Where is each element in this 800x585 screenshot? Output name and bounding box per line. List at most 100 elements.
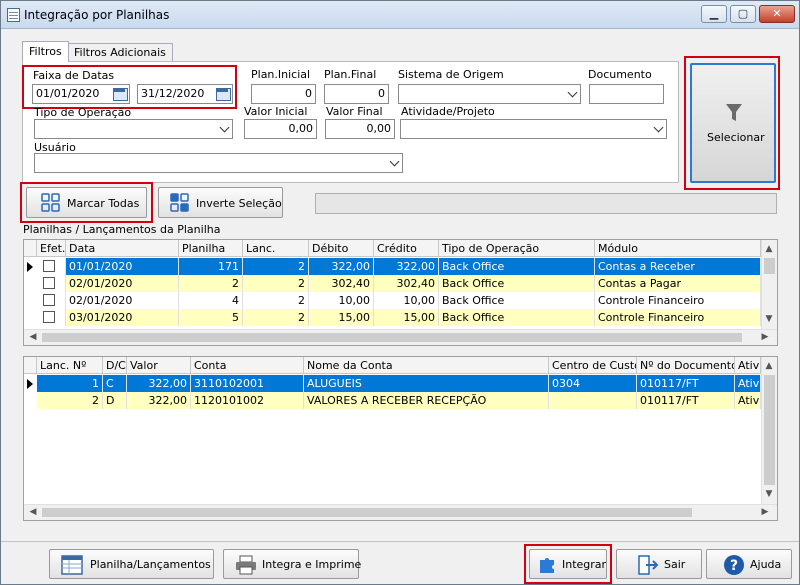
- cell-lanc: 1: [37, 375, 103, 392]
- efet-checkbox[interactable]: [43, 294, 55, 306]
- efet-checkbox[interactable]: [43, 311, 55, 323]
- cell-valor: 322,00: [127, 392, 191, 409]
- scroll-left-icon[interactable]: ◀: [26, 330, 40, 344]
- scroll-down-icon[interactable]: ▼: [762, 487, 776, 501]
- plan-final-field[interactable]: 0: [324, 84, 389, 104]
- ajuda-button[interactable]: ? Ajuda: [706, 549, 792, 579]
- grid1-header-debito[interactable]: Débito: [309, 240, 374, 257]
- row-pointer-icon: [27, 379, 33, 389]
- svg-text:?: ?: [730, 558, 738, 574]
- cell-credito: 15,00: [374, 309, 439, 326]
- minimize-button[interactable]: ▁: [701, 5, 727, 23]
- grid1-header-credito[interactable]: Crédito: [374, 240, 439, 257]
- grid1-header-data[interactable]: Data: [66, 240, 179, 257]
- cell-lanc: 2: [243, 309, 309, 326]
- printer-icon: [236, 555, 256, 575]
- grid2-header-conta[interactable]: Conta: [191, 357, 304, 374]
- exit-door-icon: [638, 555, 659, 575]
- scroll-thumb[interactable]: [764, 375, 775, 485]
- scroll-right-icon[interactable]: ▶: [758, 505, 772, 519]
- sair-button[interactable]: Sair: [616, 549, 702, 579]
- sair-label: Sair: [664, 558, 686, 571]
- tipo-operacao-select[interactable]: [34, 119, 233, 139]
- efet-checkbox[interactable]: [43, 260, 55, 272]
- cell-credito: 10,00: [374, 292, 439, 309]
- cell-ativ: Ativi: [735, 375, 761, 392]
- lancamentos-grid[interactable]: Lanc. Nº D/C Valor Conta Nome da Conta C…: [23, 356, 778, 521]
- cell-documento: 010117/FT: [637, 375, 735, 392]
- grid2-header-documento[interactable]: Nº do Documento: [637, 357, 735, 374]
- cell-nome-conta: ALUGUEIS: [304, 375, 549, 392]
- grid1-title: Planilhas / Lançamentos da Planilha: [23, 223, 221, 236]
- scroll-up-icon[interactable]: ▲: [762, 242, 776, 256]
- grid2-header-centro-custo[interactable]: Centro de Custo: [549, 357, 637, 374]
- scroll-right-icon[interactable]: ▶: [758, 330, 772, 344]
- highlight-faixa-datas: [22, 65, 237, 109]
- atividade-select[interactable]: [400, 119, 667, 139]
- grid1-header-planilha[interactable]: Planilha: [179, 240, 243, 257]
- plan-inicial-label: Plan.Inicial: [251, 68, 311, 81]
- atividade-label: Atividade/Projeto: [401, 105, 495, 118]
- documento-field[interactable]: [589, 84, 664, 104]
- grid2-header-dc[interactable]: D/C: [103, 357, 127, 374]
- integra-imprime-label: Integra e Imprime: [262, 558, 362, 571]
- grid1-header-lanc[interactable]: Lanc.: [243, 240, 309, 257]
- efet-checkbox[interactable]: [43, 277, 55, 289]
- inverte-selecao-button[interactable]: Inverte Seleção: [158, 187, 283, 218]
- cell-modulo: Controle Financeiro: [595, 309, 761, 326]
- chevron-down-icon: [219, 122, 230, 133]
- help-icon: ?: [724, 555, 744, 575]
- cell-data: 02/01/2020: [66, 292, 179, 309]
- spreadsheet-icon: [61, 555, 83, 575]
- integra-imprime-button[interactable]: Integra e Imprime: [223, 549, 362, 579]
- cell-nome-conta: VALORES A RECEBER RECEPÇÃO: [304, 392, 549, 409]
- cell-data: 02/01/2020: [66, 275, 179, 292]
- scroll-thumb[interactable]: [42, 508, 692, 517]
- highlight-selecionar: [684, 56, 780, 190]
- tab-filtros-adicionais[interactable]: Filtros Adicionais: [67, 43, 173, 61]
- maximize-button[interactable]: ▢: [730, 5, 756, 23]
- grid2-header-lanc[interactable]: Lanc. Nº: [37, 357, 103, 374]
- grid1-horizontal-scrollbar[interactable]: ◀ ▶: [24, 329, 777, 345]
- grid2-header-valor[interactable]: Valor: [127, 357, 191, 374]
- scroll-up-icon[interactable]: ▲: [762, 359, 776, 373]
- inverte-selecao-label: Inverte Seleção: [196, 197, 282, 210]
- scroll-thumb[interactable]: [764, 258, 775, 274]
- cell-tipo: Back Office: [439, 292, 595, 309]
- planilhas-grid[interactable]: Efet. Data Planilha Lanc. Débito Crédito…: [23, 239, 778, 346]
- scroll-thumb[interactable]: [42, 333, 742, 342]
- close-button[interactable]: ✕: [759, 5, 795, 23]
- main-window: Integração por Planilhas ▁ ▢ ✕ Filtros F…: [0, 0, 800, 585]
- cell-modulo: Contas a Pagar: [595, 275, 761, 292]
- grid1-header-tipo-operacao[interactable]: Tipo de Operação: [439, 240, 595, 257]
- grid2-horizontal-scrollbar[interactable]: ◀ ▶: [24, 504, 777, 520]
- scroll-down-icon[interactable]: ▼: [762, 312, 776, 326]
- progress-bar: [315, 193, 777, 214]
- valor-final-label: Valor Final: [326, 105, 383, 118]
- planilha-lancamentos-button[interactable]: Planilha/Lançamentos: [49, 549, 214, 579]
- cell-modulo: Contas a Receber: [595, 258, 761, 275]
- scroll-left-icon[interactable]: ◀: [26, 505, 40, 519]
- valor-final-field[interactable]: 0,00: [325, 119, 395, 139]
- grid1-header-modulo[interactable]: Módulo: [595, 240, 761, 257]
- grid1-vertical-scrollbar[interactable]: ▲ ▼: [761, 240, 777, 329]
- cell-tipo: Back Office: [439, 258, 595, 275]
- grid2-indicator-header: [24, 357, 37, 374]
- sistema-origem-select[interactable]: [398, 84, 581, 104]
- grid2-header-nome-conta[interactable]: Nome da Conta: [304, 357, 549, 374]
- plan-inicial-field[interactable]: 0: [251, 84, 316, 104]
- row-pointer-icon: [27, 262, 33, 272]
- usuario-select[interactable]: [34, 153, 403, 173]
- cell-tipo: Back Office: [439, 309, 595, 326]
- plan-final-label: Plan.Final: [324, 68, 377, 81]
- planilha-lancamentos-label: Planilha/Lançamentos: [90, 558, 211, 571]
- cell-modulo: Controle Financeiro: [595, 292, 761, 309]
- grid1-header-efet[interactable]: Efet.: [37, 240, 66, 257]
- cell-dc: D: [103, 392, 127, 409]
- cell-centro-custo: 0304: [549, 375, 637, 392]
- cell-data: 01/01/2020: [66, 258, 179, 275]
- valor-inicial-field[interactable]: 0,00: [244, 119, 317, 139]
- grid2-header-ativ[interactable]: Ativ: [735, 357, 761, 374]
- tab-filtros[interactable]: Filtros: [22, 41, 69, 62]
- grid2-vertical-scrollbar[interactable]: ▲ ▼: [761, 357, 777, 504]
